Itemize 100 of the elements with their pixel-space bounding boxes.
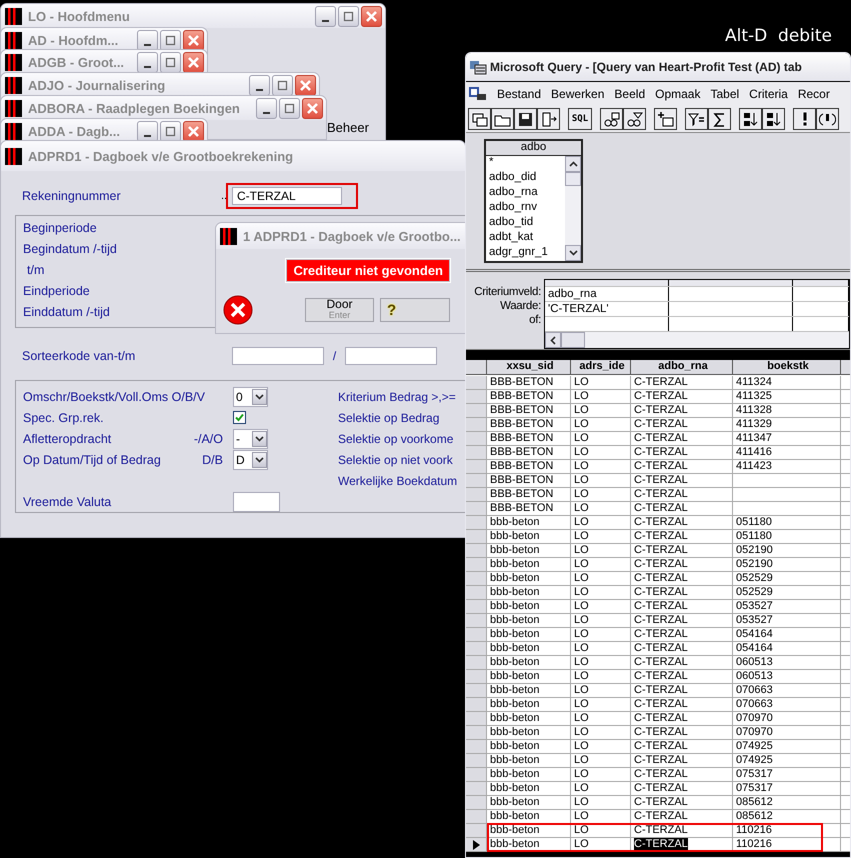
table-cell: LO	[571, 768, 631, 782]
menu-item[interactable]: Bewerken	[551, 87, 604, 101]
table-cell: C-TERZAL	[631, 544, 733, 558]
close-button[interactable]	[361, 6, 382, 26]
maximize-button[interactable]	[338, 6, 359, 26]
field-label: Selektie op Bedrag	[338, 410, 440, 424]
menu-item[interactable]: Opmaak	[655, 87, 700, 101]
dropdown[interactable]: 0	[233, 386, 268, 406]
menu-item[interactable]: Beeld	[614, 87, 646, 101]
table-cell: 052190	[733, 544, 841, 558]
toolbar-button[interactable]	[793, 108, 816, 130]
toolbar-button[interactable]	[537, 108, 560, 130]
minimize-icon	[322, 20, 329, 22]
field-label: Vreemde Valuta	[23, 494, 112, 508]
maximize-button[interactable]	[160, 52, 181, 72]
close-button[interactable]	[183, 52, 204, 72]
minimize-button[interactable]	[137, 30, 158, 50]
table-cell: BBB-BETON	[487, 432, 571, 446]
minimize-button[interactable]	[315, 6, 336, 26]
sql-button[interactable]: SQL	[568, 108, 592, 130]
door-icon	[540, 110, 557, 128]
toolbar-button[interactable]	[739, 108, 762, 130]
menu-item[interactable]: Recor	[798, 87, 830, 101]
column-header[interactable]: adbo_rna	[631, 360, 733, 375]
close-icon	[187, 56, 200, 68]
toolbar-button[interactable]	[468, 108, 491, 130]
dropdown[interactable]: D	[233, 450, 268, 470]
table-cell: C-TERZAL	[631, 404, 733, 418]
minimize-button[interactable]	[249, 74, 270, 96]
minimize-button[interactable]	[137, 52, 158, 72]
minimize-button[interactable]	[256, 98, 277, 118]
table-cell: C-TERZAL	[631, 432, 733, 446]
account-field[interactable]: C-TERZAL	[232, 187, 342, 205]
criteria-cell[interactable]: 'C-TERZAL'	[545, 302, 669, 316]
column-header[interactable]: boekstk	[733, 360, 841, 375]
checkbox[interactable]	[233, 411, 246, 424]
input-field[interactable]	[345, 347, 437, 365]
toolbar-button[interactable]	[685, 108, 708, 130]
column-header[interactable]: xxsu_sid	[487, 360, 571, 375]
table-cell: 052190	[733, 558, 841, 572]
ok-button[interactable]: Door Enter	[305, 298, 374, 322]
close-button[interactable]	[183, 30, 204, 50]
toolbar-button[interactable]	[623, 108, 646, 130]
menu-item[interactable]: Criteria	[749, 87, 788, 101]
field-item[interactable]: *	[489, 156, 565, 171]
close-button[interactable]	[295, 74, 316, 96]
toolbar-button[interactable]	[600, 108, 623, 130]
field-label: Selektie op niet voork	[338, 452, 453, 466]
column-header[interactable]: adrs_ide	[571, 360, 631, 375]
close-button[interactable]	[302, 98, 323, 118]
scrollbar[interactable]	[565, 156, 581, 261]
field-label: Afletteropdracht	[23, 432, 112, 446]
field-item[interactable]: adbo_tid	[489, 216, 565, 231]
field-label: Op Datum/Tijd of Bedrag	[23, 452, 161, 466]
criteria-cell[interactable]: adbo_rna	[545, 287, 669, 301]
toolbar-button[interactable]	[816, 108, 839, 130]
table-cell: LO	[571, 488, 631, 502]
maximize-button[interactable]	[272, 74, 293, 96]
table-cell: LO	[571, 796, 631, 810]
table-cell: C-TERZAL	[631, 698, 733, 712]
toolbar-button[interactable]	[491, 108, 514, 130]
table-cell: 054164	[733, 642, 841, 656]
close-button[interactable]	[183, 120, 204, 142]
scrollbar-thumb[interactable]	[565, 172, 581, 186]
table-cell: LO	[571, 474, 631, 488]
field-label: Spec. Grp.rek.	[23, 410, 104, 424]
help-button[interactable]: ?	[380, 298, 450, 322]
input-field[interactable]	[233, 492, 280, 512]
field-item[interactable]: adbo_rnv	[489, 201, 565, 216]
table-cell: LO	[571, 418, 631, 432]
select-all-button[interactable]	[466, 360, 487, 375]
field-item[interactable]: adgr_gnr_1	[489, 246, 565, 261]
toolbar-button[interactable]	[514, 108, 537, 130]
field-item[interactable]: adbo_rna	[489, 186, 565, 201]
scrollbar-thumb[interactable]	[561, 332, 585, 348]
table-cell: 411347	[733, 432, 841, 446]
field-label: Eindperiode	[23, 284, 90, 300]
minimize-button[interactable]	[137, 120, 158, 142]
app-icon	[5, 148, 22, 164]
toolbar-button[interactable]	[654, 108, 677, 130]
table-cell: 051180	[733, 530, 841, 544]
toolbar-button[interactable]	[762, 108, 785, 130]
table-cell: 075317	[733, 782, 841, 796]
table-cell: 411329	[733, 418, 841, 432]
input-field[interactable]	[232, 347, 324, 365]
row-selector[interactable]	[466, 838, 487, 852]
maximize-button[interactable]	[160, 120, 181, 142]
scrollbar[interactable]	[545, 332, 849, 348]
maximize-button[interactable]	[160, 30, 181, 50]
close-icon	[299, 78, 312, 92]
table-cell: LO	[571, 544, 631, 558]
dropdown[interactable]: -	[233, 428, 268, 448]
table-cell: LO	[571, 446, 631, 460]
menu-item[interactable]: Bestand	[497, 87, 542, 101]
menu-item[interactable]: Tabel	[710, 87, 740, 101]
maximize-button[interactable]	[279, 98, 300, 118]
toolbar-button[interactable]	[708, 108, 731, 130]
field-item[interactable]: adbo_did	[489, 171, 565, 186]
field-item[interactable]: adbt_kat	[489, 231, 565, 246]
error-message: Crediteur niet gevonden	[286, 259, 450, 282]
